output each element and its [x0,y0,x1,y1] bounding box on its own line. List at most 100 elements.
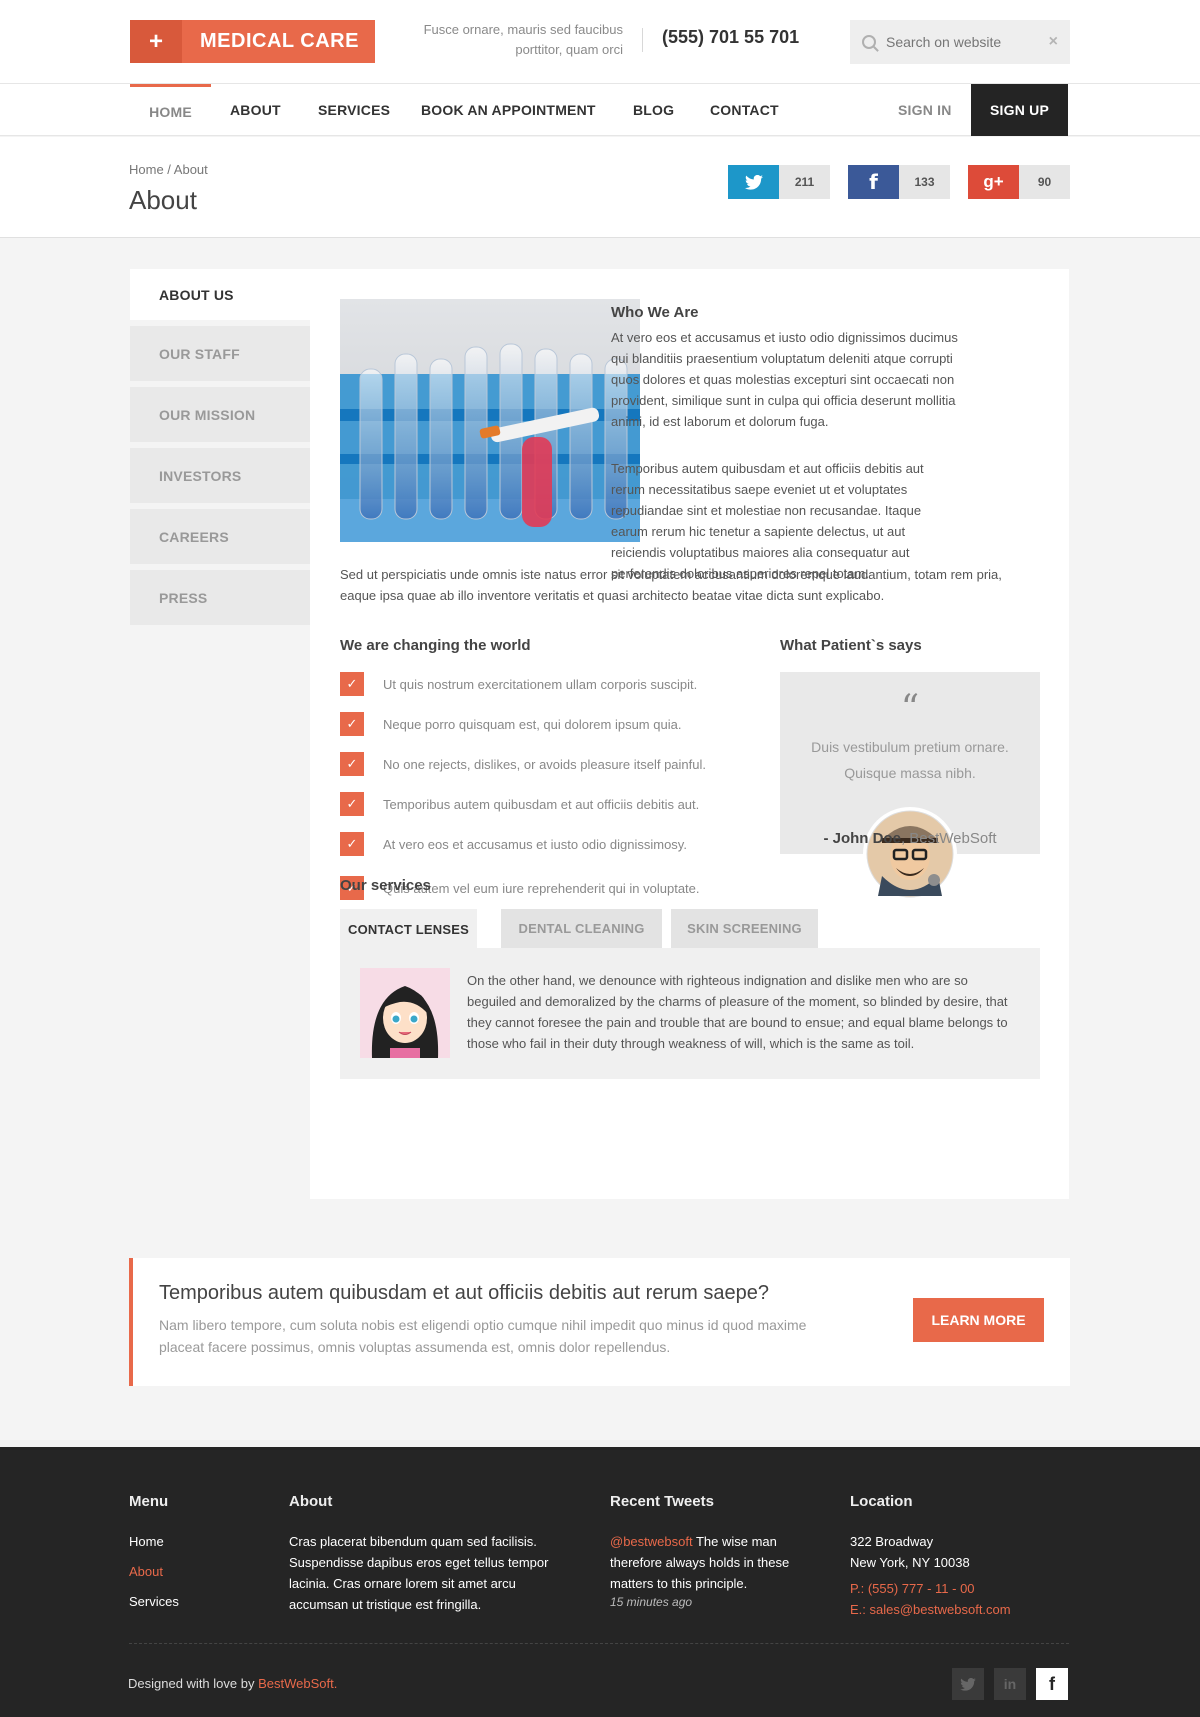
google-plus-count: 90 [1019,165,1070,199]
location-email[interactable]: E.: sales@bestwebsoft.com [850,1599,1011,1620]
credit-text: Designed with love by [128,1676,259,1691]
check-icon: ✓ [340,832,364,856]
quote-icon: “ [900,688,920,729]
sidebar: ABOUT US OUR STAFF OUR MISSION INVESTORS… [130,269,310,631]
who-we-are-paragraph-3: Sed ut perspiciatis unde omnis iste natu… [340,567,1002,603]
cta-text: Nam libero tempore, cum soluta nobis est… [159,1317,807,1355]
check-icon: ✓ [340,792,364,816]
sign-up-button[interactable]: SIGN UP [971,84,1068,136]
sidebar-item-about-us[interactable]: ABOUT US [130,269,310,320]
phone-number: (555) 701 55 701 [662,27,800,47]
google-plus-share[interactable]: g+ 90 [968,165,1070,199]
cta-title: Temporibus autem quibusdam et aut offici… [159,1282,769,1304]
learn-more-button[interactable]: LEARN MORE [913,1298,1044,1342]
nav-item-home[interactable]: HOME [130,84,211,136]
tagline: Fusce ornare, mauris sed faucibus portti… [423,22,623,57]
footer-credit: Designed with love by BestWebSoft. [128,1676,337,1691]
checklist-item: ✓ No one rejects, dislikes, or avoids ple… [340,752,740,776]
footer-divider [129,1643,1069,1644]
checklist-item: ✓ Ut quis nostrum exercitationem ullam co… [340,672,740,696]
sidebar-item-press[interactable]: PRESS [130,570,310,625]
girl-avatar [360,968,450,1058]
testimonial-author: - John Doe, BestWebSoft [780,830,1040,847]
checklist-text: Temporibus autem quibusdam et aut offici… [383,796,700,812]
checklist-item: ✓ Temporibus autem quibusdam et aut offic… [340,792,740,816]
checklist-text: No one rejects, dislikes, or avoids plea… [383,756,706,772]
checklist-item: ✓ Neque porro quisquam est, qui dolorem i… [340,712,740,736]
nav-item-about[interactable]: ABOUT [230,84,281,136]
search-input[interactable] [886,34,1036,50]
search-box: × [850,20,1070,64]
tab-skin-screening[interactable]: SKIN SCREENING [671,909,818,948]
who-we-are-heading: Who We Are [611,304,699,321]
footer-menu-about[interactable]: About [129,1561,163,1582]
changing-world-heading: We are changing the world [340,637,531,654]
logo[interactable]: + MEDICAL CARE [130,20,375,63]
sidebar-item-careers[interactable]: CAREERS [130,509,310,564]
call-to-action: Temporibus autem quibusdam et aut offici… [129,1258,1070,1386]
footer-about-heading: About [289,1493,333,1510]
checklist-text: Neque porro quisquam est, qui dolorem ip… [383,716,682,732]
location-phone[interactable]: P.: (555) 777 - 11 - 00 [850,1578,975,1599]
facebook-icon: f [848,165,899,199]
footer-menu-services[interactable]: Services [129,1591,179,1612]
testimonial-heading: What Patient`s says [780,637,922,654]
author-name: - John Doe [823,830,901,847]
services-tab-text: On the other hand, we denounce with righ… [467,973,1008,1051]
credit-link[interactable]: BestWebSoft. [258,1676,337,1691]
tab-dental-cleaning[interactable]: DENTAL CLEANING [501,909,662,948]
clear-search-icon[interactable]: × [1049,33,1058,51]
tweet-handle[interactable]: @bestwebsoft [610,1534,693,1549]
search-icon[interactable] [862,35,876,49]
page-title-bar: Home / About About 211 f 133 g+ 90 [0,137,1200,238]
tweet-time: 15 minutes ago [610,1595,693,1609]
facebook-share[interactable]: f 133 [848,165,950,199]
brand-name: MEDICAL CARE [200,30,359,52]
check-icon: ✓ [340,712,364,736]
nav-item-blog[interactable]: BLOG [633,84,674,136]
checklist: ✓ Ut quis nostrum exercitationem ullam co… [340,672,740,900]
sidebar-item-our-mission[interactable]: OUR MISSION [130,387,310,442]
services-tabs: CONTACT LENSES DENTAL CLEANING SKIN SCRE… [340,909,1040,949]
facebook-count: 133 [899,165,950,199]
checklist-item: ✓ At vero eos et accusamus et iusto odio … [340,832,740,856]
footer-menu-heading: Menu [129,1493,169,1510]
twitter-share[interactable]: 211 [728,165,830,199]
footer-location-heading: Location [850,1493,913,1510]
sidebar-item-our-staff[interactable]: OUR STAFF [130,326,310,381]
john-doe-avatar [863,807,957,901]
sidebar-item-investors[interactable]: INVESTORS [130,448,310,503]
nav-item-services[interactable]: SERVICES [318,84,390,136]
check-icon: ✓ [340,672,364,696]
footer: Menu Home About Services About Cras plac… [0,1447,1200,1717]
services-tab-panel: On the other hand, we denounce with righ… [340,948,1040,1079]
services-heading: Our services [340,877,431,894]
main-nav: HOME ABOUT SERVICES BOOK AN APPOINTMENT … [0,84,1200,136]
header-divider [642,28,643,52]
page-title: About [129,185,197,215]
tweet: @bestwebsoft The wise man therefore alwa… [610,1531,810,1594]
twitter-icon[interactable] [952,1668,984,1700]
linkedin-icon[interactable]: in [994,1668,1026,1700]
breadcrumb[interactable]: Home / About [129,162,208,177]
nav-item-book-appointment[interactable]: BOOK AN APPOINTMENT [421,84,596,136]
top-header: + MEDICAL CARE Fusce ornare, mauris sed … [0,0,1200,84]
logo-plus-icon: + [130,20,182,63]
google-plus-icon: g+ [968,165,1019,199]
twitter-count: 211 [779,165,830,199]
sign-in-link[interactable]: SIGN IN [898,84,952,136]
facebook-icon[interactable]: f [1036,1668,1068,1700]
checklist-text: At vero eos et accusamus et iusto odio d… [383,836,687,852]
main-content: Who We Are At vero eos et accusamus et i… [310,269,1069,1199]
twitter-icon [728,165,779,199]
tab-contact-lenses[interactable]: CONTACT LENSES [340,909,477,949]
author-company: , BestWebSoft [900,830,997,847]
who-we-are-paragraph-1: At vero eos et accusamus et iusto odio d… [611,330,958,429]
lab-test-tubes-image [340,299,640,542]
footer-menu-home[interactable]: Home [129,1531,164,1552]
nav-item-contact[interactable]: CONTACT [710,84,779,136]
footer-about-text: Cras placerat bibendum quam sed facilisi… [289,1534,549,1612]
check-icon: ✓ [340,752,364,776]
address-line-2: New York, NY 10038 [850,1555,970,1570]
footer-tweets-heading: Recent Tweets [610,1493,714,1510]
